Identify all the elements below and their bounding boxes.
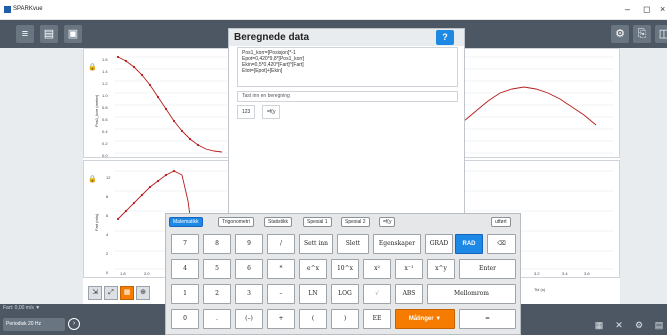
minimize-button[interactable]: – xyxy=(625,4,630,14)
xtick: 3.6 xyxy=(584,271,590,276)
chart1-yticks: 1.6 1.4 1.2 1.0 0.8 0.6 0.4 0.2 0.0 xyxy=(102,57,108,158)
backspace-icon[interactable]: ⌫ xyxy=(487,234,516,254)
measurements-dropdown[interactable]: Målinger ▼ xyxy=(395,309,455,329)
xtick: 2.0 xyxy=(144,271,150,276)
tab-statistikk[interactable]: Statistikk xyxy=(264,217,293,227)
position-series-line xyxy=(117,56,223,153)
stats-icon[interactable]: ▦ xyxy=(592,319,606,331)
formula-line: Etot=[Epot]+[Ekin] xyxy=(242,68,283,74)
position-series-line-right xyxy=(463,86,597,126)
key-enter[interactable]: Enter xyxy=(459,259,516,279)
key-multiply[interactable]: * xyxy=(267,259,295,279)
tab-trigonometri[interactable]: Trigonometri xyxy=(218,217,254,227)
lock-icon[interactable]: 🔒 xyxy=(88,63,97,71)
formula-editor[interactable]: Pos1_korr=[Posisjon]*-1 Epot=0,420*9,8*[… xyxy=(237,47,458,87)
lock-icon[interactable]: 🔒 xyxy=(88,175,97,183)
right-pane xyxy=(620,48,667,304)
key-inverse[interactable]: x⁻¹ xyxy=(395,259,423,279)
menu-icon[interactable]: ≡ xyxy=(16,25,34,43)
math-keyboard: Matematikk Trigonometri Statistikk Spesi… xyxy=(165,213,521,335)
key-abs[interactable]: ABS xyxy=(395,284,423,304)
key-1[interactable]: 1 xyxy=(171,284,199,304)
chart-toolbar: ⇲ ⤢ ▦ ⊕ xyxy=(88,286,150,302)
chart1-ylabel: Pos1_korr (meter) xyxy=(94,94,99,127)
key-power[interactable]: x^y xyxy=(427,259,455,279)
key-minus[interactable]: – xyxy=(267,284,295,304)
key-log[interactable]: LOG xyxy=(331,284,359,304)
bluetooth-icon[interactable]: ⚙ xyxy=(611,25,629,43)
speed-readout[interactable]: Fart: 0,00 m/s ▼ xyxy=(3,305,40,311)
camera-icon[interactable]: ◫ xyxy=(655,25,667,43)
key-plus[interactable]: + xyxy=(267,309,295,329)
chart2-yticks: 12 8 6 420 xyxy=(106,175,111,275)
tab-matematikk[interactable]: Matematikk xyxy=(169,217,203,227)
start-arrow-icon[interactable]: › xyxy=(68,318,80,330)
key-ln[interactable]: LN xyxy=(299,284,327,304)
key-space[interactable]: Mellomrom xyxy=(427,284,516,304)
key-5[interactable]: 5 xyxy=(203,259,231,279)
key-10-power[interactable]: 10^x xyxy=(331,259,359,279)
close-button[interactable]: × xyxy=(660,4,665,14)
page-icon[interactable]: ▤ xyxy=(40,25,58,43)
done-button[interactable]: utført xyxy=(491,217,511,227)
tab-spesial-2[interactable]: Spesial 2 xyxy=(341,217,370,227)
numeric-toggle-button[interactable]: 123 xyxy=(237,105,256,119)
tab-spesial-1[interactable]: Spesial 1 xyxy=(303,217,332,227)
select-icon[interactable]: ▦ xyxy=(120,286,134,300)
app-icon xyxy=(4,6,11,13)
key-ee[interactable]: EE xyxy=(363,309,391,329)
calculation-input[interactable]: Tast inn en beregning xyxy=(237,91,458,102)
key-insert[interactable]: Sett inn xyxy=(299,234,333,254)
sensor-icon[interactable]: ⎘ xyxy=(633,25,651,43)
key-close-paren[interactable]: ) xyxy=(331,309,359,329)
window-titlebar: SPARKvue – ◻ × xyxy=(0,0,667,20)
window-title: SPARKvue xyxy=(13,6,43,12)
sample-rate-button[interactable]: Periodisk 20 Hz xyxy=(3,318,65,331)
xtick: 3.4 xyxy=(562,271,568,276)
maximize-button[interactable]: ◻ xyxy=(643,4,650,15)
journal-icon[interactable]: ▣ xyxy=(64,25,82,43)
key-7[interactable]: 7 xyxy=(171,234,199,254)
key-square[interactable]: x² xyxy=(363,259,391,279)
tab-function[interactable]: =f(y xyxy=(379,217,396,227)
left-pane xyxy=(0,48,83,304)
chart2-xlabel: Tid (s) xyxy=(534,287,546,292)
key-grad[interactable]: GRAD xyxy=(425,234,453,254)
scale-icon[interactable]: ⇲ xyxy=(88,286,102,300)
key-properties[interactable]: Egenskaper xyxy=(373,234,421,254)
key-exp[interactable]: e^x xyxy=(299,259,327,279)
fit-icon[interactable]: ⤢ xyxy=(104,286,118,300)
key-6[interactable]: 6 xyxy=(235,259,263,279)
key-rad[interactable]: RAD xyxy=(455,234,483,254)
key-0[interactable]: 0 xyxy=(171,309,199,329)
key-negate[interactable]: (–) xyxy=(235,309,263,329)
tool-icon[interactable]: ⊕ xyxy=(136,286,150,300)
dialog-title: Beregnede data xyxy=(234,32,310,43)
xtick: 3.2 xyxy=(534,271,540,276)
tools-icon[interactable]: ✕ xyxy=(612,319,626,331)
chart2-ylabel: Fart (m/s) xyxy=(94,213,99,231)
key-equals[interactable]: = xyxy=(459,309,516,329)
key-9[interactable]: 9 xyxy=(235,234,263,254)
key-2[interactable]: 2 xyxy=(203,284,231,304)
key-4[interactable]: 4 xyxy=(171,259,199,279)
key-open-paren[interactable]: ( xyxy=(299,309,327,329)
dialog-header: Beregnede data ? xyxy=(229,29,464,46)
key-3[interactable]: 3 xyxy=(235,284,263,304)
function-toggle-button[interactable]: =f(y xyxy=(262,105,281,119)
key-decimal[interactable]: . xyxy=(203,309,231,329)
xtick: 1.8 xyxy=(120,271,126,276)
key-sqrt[interactable]: √ xyxy=(363,284,391,304)
more-icon[interactable]: ▤ xyxy=(652,319,666,331)
sensor-tools-icon[interactable]: ⚙ xyxy=(632,319,646,331)
key-divide[interactable]: / xyxy=(267,234,295,254)
key-8[interactable]: 8 xyxy=(203,234,231,254)
key-delete[interactable]: Slett xyxy=(337,234,369,254)
help-button[interactable]: ? xyxy=(436,30,454,45)
